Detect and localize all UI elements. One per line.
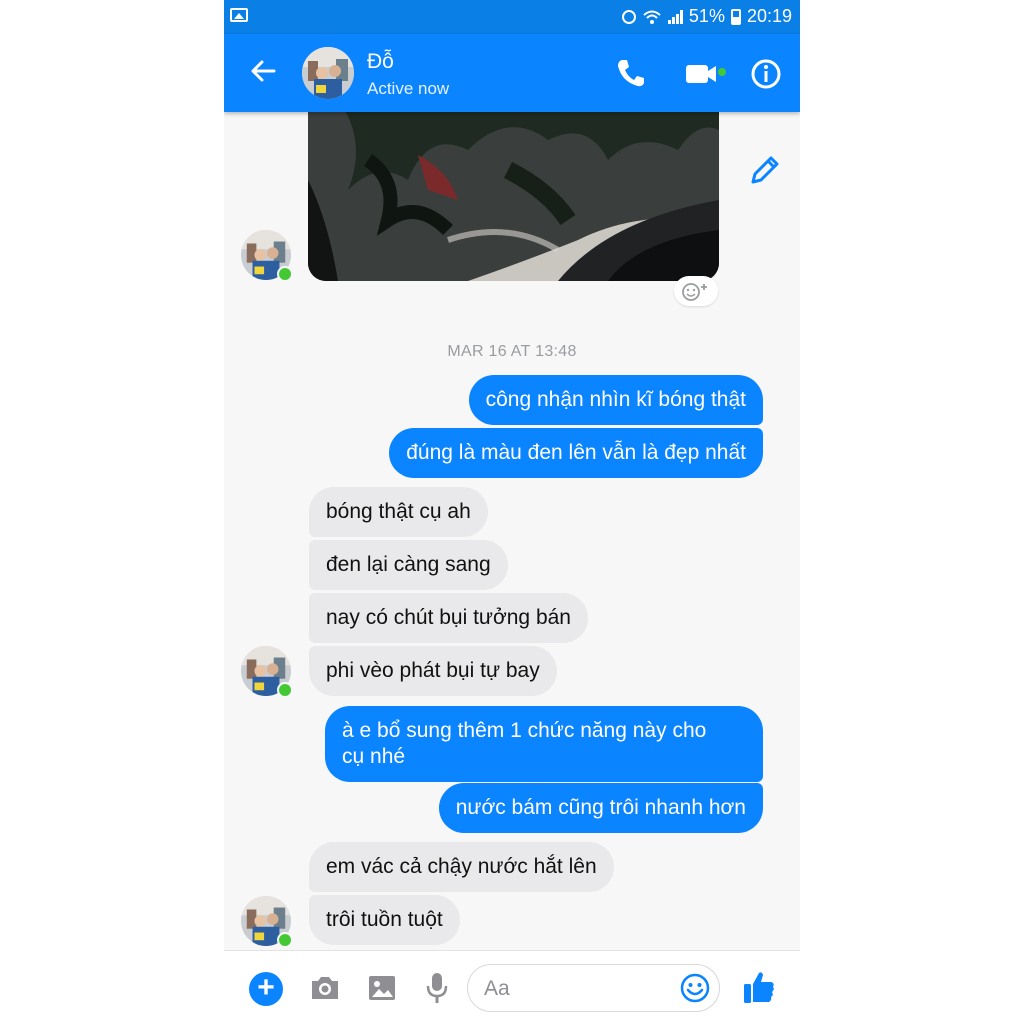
message-input-placeholder: Aa: [484, 977, 510, 1000]
camera-icon[interactable]: [309, 974, 341, 1002]
back-arrow-icon[interactable]: [248, 56, 278, 86]
status-bar: 51% 20:19: [224, 0, 800, 34]
microphone-icon[interactable]: [425, 971, 449, 1005]
message-incoming[interactable]: bóng thật cụ ah: [309, 487, 488, 537]
message-incoming[interactable]: đen lại càng sang: [309, 540, 508, 590]
status-icons: 51% 20:19: [621, 6, 792, 27]
phone-icon[interactable]: [614, 56, 648, 90]
message-line: à e bổ sung thêm 1 chức năng này cho: [342, 719, 707, 742]
signal-icon: [667, 9, 683, 24]
message-incoming[interactable]: nay có chút bụi tưởng bán: [309, 593, 588, 643]
contact-avatar-small[interactable]: [241, 896, 293, 948]
conversation-header: Đỗ Active now: [224, 34, 800, 112]
message-line: cụ nhé: [342, 745, 406, 768]
online-indicator: [277, 682, 293, 698]
contact-avatar-small[interactable]: [241, 646, 293, 698]
add-reaction-icon: [682, 283, 707, 301]
contact-name: Đỗ: [367, 50, 394, 73]
message-incoming[interactable]: em vác cả chậy nước hắt lên: [309, 842, 614, 892]
pencil-icon[interactable]: [747, 152, 783, 188]
message-incoming[interactable]: phi vèo phát bụi tự bay: [309, 646, 557, 696]
message-outgoing[interactable]: nước bám cũng trôi nhanh hơn: [438, 783, 763, 833]
messenger-screen: 51% 20:19 Đỗ Active now MAR 16 AT 13:48 …: [224, 0, 800, 1024]
photo-message[interactable]: [308, 100, 719, 281]
message-incoming[interactable]: trôi tuồn tuột: [309, 895, 460, 945]
add-reaction-button[interactable]: [674, 276, 718, 306]
contact-avatar[interactable]: [302, 47, 354, 99]
message-outgoing[interactable]: đúng là màu đen lên vẫn là đẹp nhất: [389, 428, 763, 478]
battery-percent: 51%: [688, 6, 725, 26]
emoji-icon[interactable]: [679, 972, 711, 1004]
contact-avatar-small[interactable]: [241, 230, 293, 282]
gallery-notification-icon: [230, 8, 248, 22]
message-outgoing[interactable]: công nhận nhìn kĩ bóng thật: [468, 375, 763, 425]
contact-status: Active now: [367, 79, 450, 98]
wifi-icon: [643, 10, 661, 24]
message-outgoing-multiline[interactable]: à e bổ sung thêm 1 chức năng này cho cụ …: [325, 706, 763, 782]
clock: 20:19: [746, 6, 792, 26]
battery-icon: [730, 8, 741, 25]
video-camera-icon[interactable]: [684, 59, 726, 89]
plus-icon[interactable]: +: [249, 972, 283, 1006]
online-indicator: [277, 932, 293, 948]
info-icon[interactable]: [750, 58, 782, 90]
alarm-icon: [621, 9, 636, 24]
message-composer: + Aa: [224, 950, 800, 1024]
message-timestamp: MAR 16 AT 13:48: [447, 343, 577, 360]
online-indicator: [277, 266, 293, 282]
thumbs-up-icon[interactable]: [742, 969, 776, 1005]
gallery-icon[interactable]: [367, 973, 397, 1003]
